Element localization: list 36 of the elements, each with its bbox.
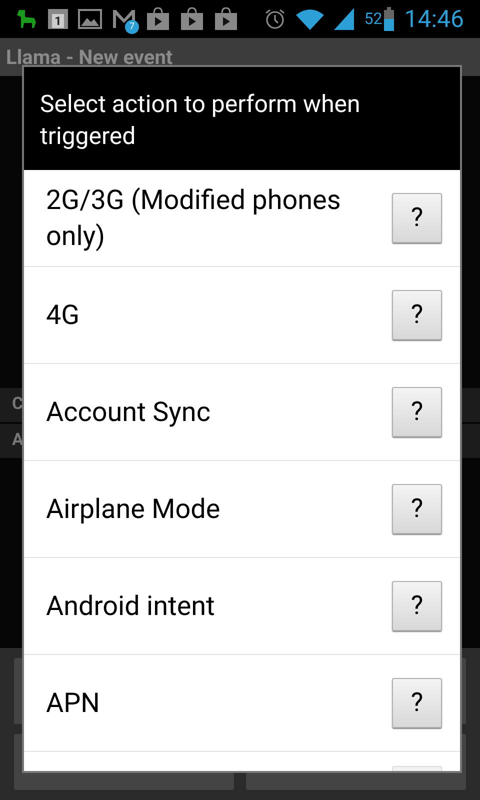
calendar-day: 1 bbox=[52, 14, 64, 28]
action-label: APN bbox=[46, 686, 101, 721]
action-label: 4G bbox=[46, 298, 81, 333]
notification-badge: 7 bbox=[125, 20, 139, 34]
action-item[interactable]: 4G ? bbox=[24, 267, 460, 364]
llama-icon[interactable] bbox=[16, 8, 38, 30]
clock-time: 14:46 bbox=[404, 4, 464, 35]
window-title: Llama - New event bbox=[6, 44, 173, 71]
section-header-text: A bbox=[12, 429, 24, 452]
help-button[interactable]: ? bbox=[392, 290, 442, 340]
shopping-bag-icon[interactable] bbox=[214, 7, 238, 31]
dialog-title: Select action to perform when triggered bbox=[40, 88, 362, 152]
help-button[interactable]: ? bbox=[392, 581, 442, 631]
action-item[interactable]: 2G/3G (Modified phones only) ? bbox=[24, 170, 460, 267]
action-label: Android intent bbox=[46, 589, 216, 624]
section-header-text: C bbox=[12, 393, 24, 416]
battery-percentage: 52 bbox=[364, 8, 382, 30]
alarm-clock-icon[interactable] bbox=[264, 8, 286, 30]
action-item[interactable]: Account Sync ? bbox=[24, 364, 460, 461]
signal-icon[interactable] bbox=[334, 8, 354, 30]
action-item[interactable]: APN ? bbox=[24, 655, 460, 752]
action-label: Account Sync bbox=[46, 395, 212, 430]
help-button[interactable]: ? bbox=[392, 193, 442, 243]
shopping-bag-icon[interactable] bbox=[180, 7, 204, 31]
picture-icon[interactable] bbox=[78, 9, 102, 29]
action-item[interactable]: Airplane Mode ? bbox=[24, 461, 460, 558]
action-label: Airplane Mode bbox=[46, 492, 222, 527]
help-button[interactable]: ? bbox=[392, 678, 442, 728]
help-button[interactable]: ? bbox=[392, 387, 442, 437]
wifi-icon[interactable] bbox=[296, 8, 324, 30]
battery-icon[interactable] bbox=[384, 7, 394, 31]
action-label: 2G/3G (Modified phones only) bbox=[46, 183, 342, 254]
calendar-icon[interactable]: 1 bbox=[48, 9, 68, 29]
shopping-bag-icon[interactable] bbox=[146, 7, 170, 31]
action-item[interactable]: Android intent ? bbox=[24, 558, 460, 655]
help-button[interactable]: ? bbox=[392, 484, 442, 534]
